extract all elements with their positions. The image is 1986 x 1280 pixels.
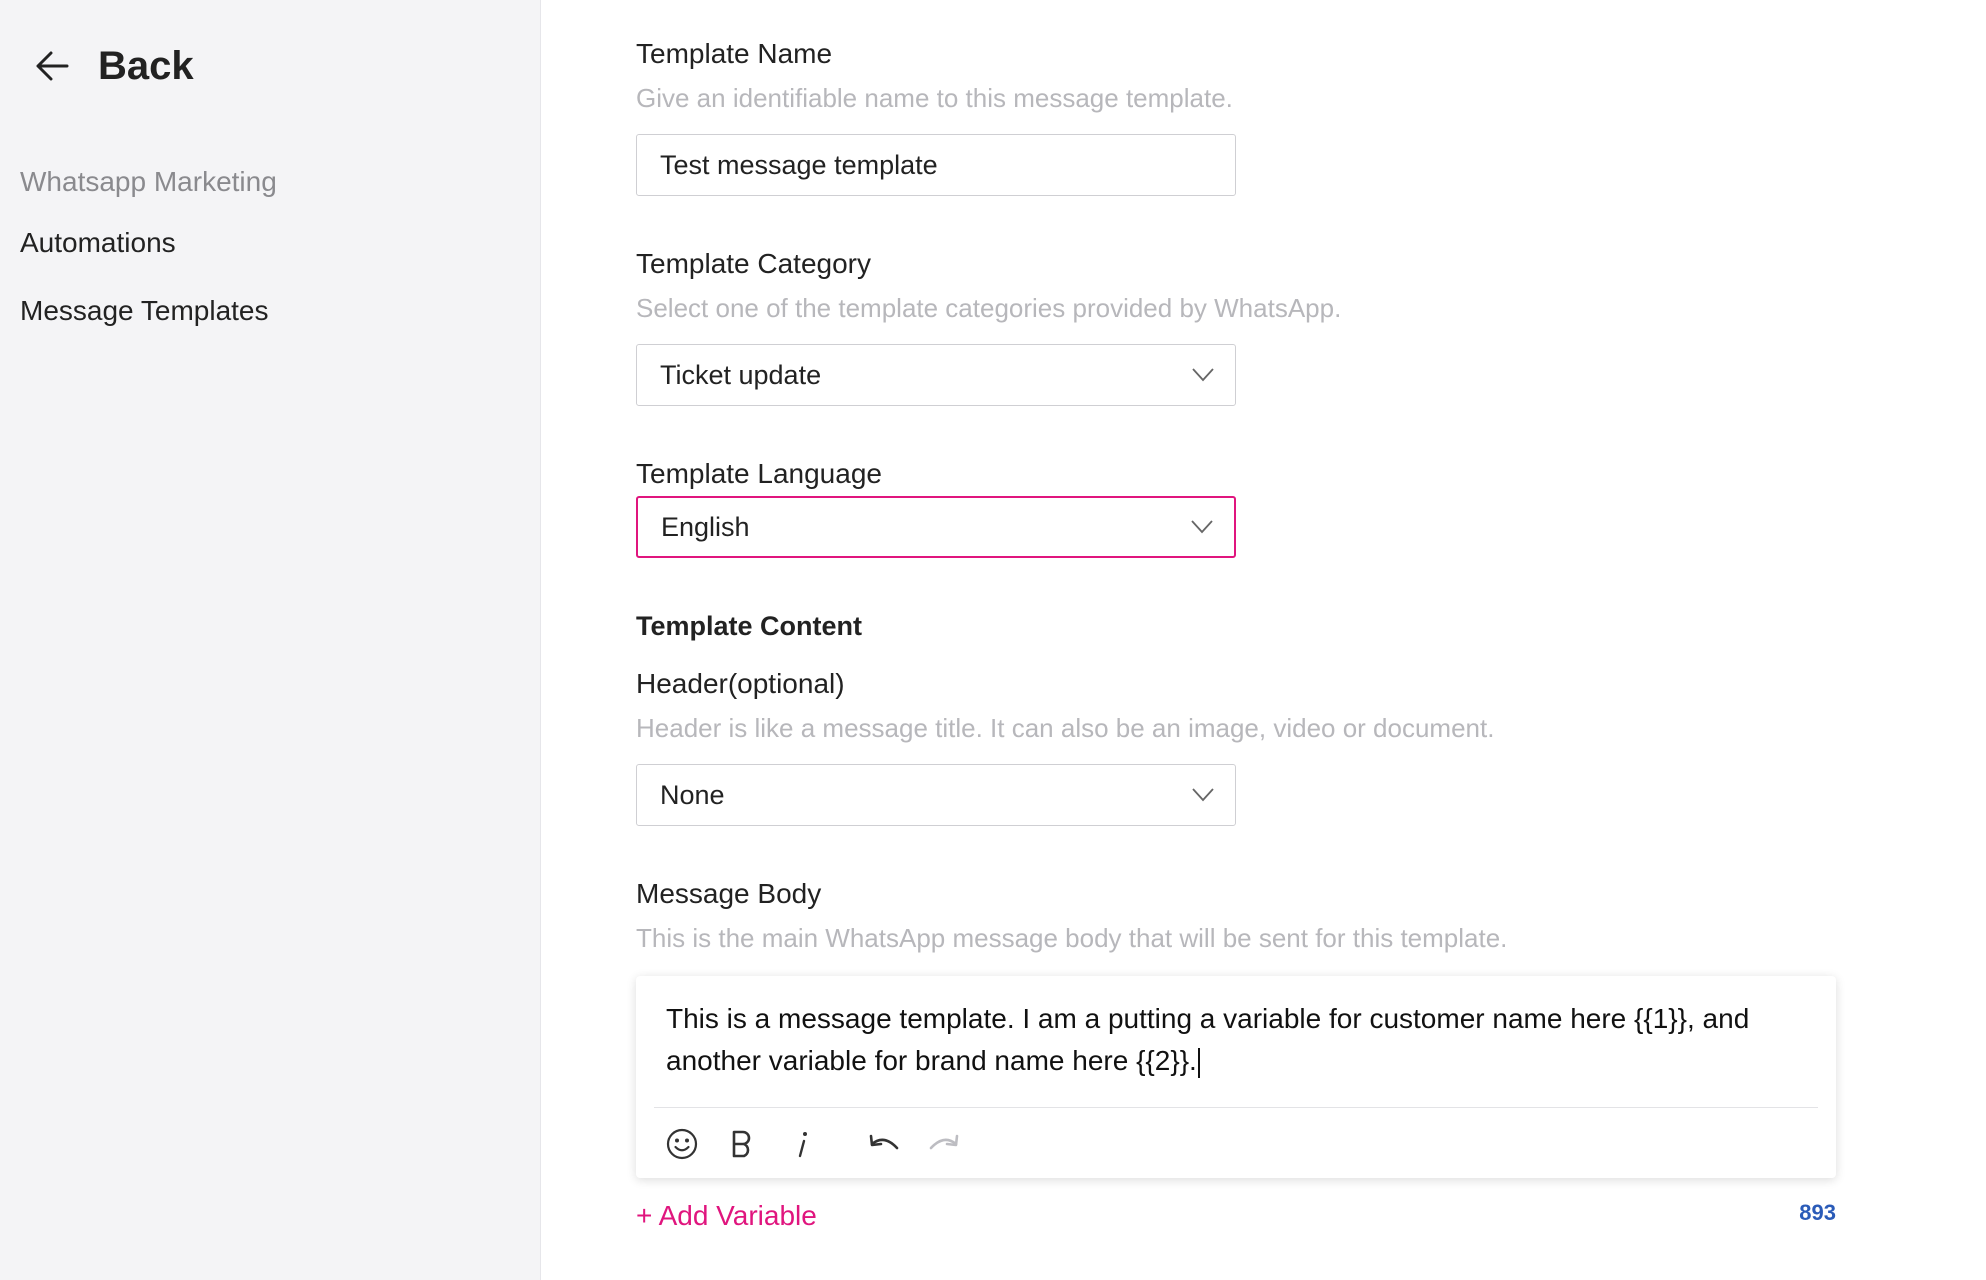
- sidebar: Back Whatsapp Marketing Automations Mess…: [0, 0, 541, 1280]
- template-language-label: Template Language: [636, 458, 882, 489]
- editor-toolbar: [662, 1122, 964, 1166]
- main-content: Template Name Give an identifiable name …: [541, 0, 1986, 1280]
- back-label: Back: [98, 43, 194, 88]
- sidebar-item-message-templates[interactable]: Message Templates: [20, 295, 269, 327]
- bold-icon[interactable]: [722, 1124, 762, 1164]
- template-name-label: Template Name: [636, 38, 833, 69]
- character-count: 893: [1799, 1200, 1836, 1225]
- arrow-left-icon: [30, 44, 74, 88]
- template-name-input[interactable]: Test message template: [636, 134, 1236, 196]
- template-content-title: Template Content: [636, 611, 863, 641]
- header-label: Header(optional): [636, 668, 845, 699]
- add-variable-button[interactable]: + Add Variable: [636, 1200, 817, 1232]
- italic-icon[interactable]: [782, 1124, 822, 1164]
- back-button[interactable]: Back: [30, 34, 194, 98]
- message-body-text: This is a message template. I am a putti…: [666, 1003, 1750, 1076]
- editor-divider: [654, 1107, 1818, 1108]
- redo-icon[interactable]: [924, 1124, 964, 1164]
- smiley-icon[interactable]: [662, 1124, 702, 1164]
- template-category-select[interactable]: Ticket update: [636, 344, 1236, 406]
- template-category-help: Select one of the template categories pr…: [636, 293, 1342, 323]
- sidebar-item-automations[interactable]: Automations: [20, 227, 176, 259]
- template-category-label: Template Category: [636, 248, 872, 279]
- header-select[interactable]: None: [636, 764, 1236, 826]
- template-language-value: English: [661, 511, 750, 542]
- header-value: None: [660, 779, 725, 810]
- undo-icon[interactable]: [864, 1124, 904, 1164]
- header-help: Header is like a message title. It can a…: [636, 713, 1495, 743]
- message-body-label: Message Body: [636, 878, 822, 909]
- template-name-value: Test message template: [660, 149, 938, 180]
- message-body-text-area[interactable]: This is a message template. I am a putti…: [666, 998, 1806, 1082]
- nav-section-title: Whatsapp Marketing: [20, 166, 277, 197]
- template-category-value: Ticket update: [660, 359, 822, 390]
- chevron-down-icon: [1190, 515, 1214, 539]
- message-body-editor[interactable]: This is a message template. I am a putti…: [636, 976, 1836, 1178]
- chevron-down-icon: [1191, 363, 1215, 387]
- message-body-help: This is the main WhatsApp message body t…: [636, 923, 1508, 953]
- chevron-down-icon: [1191, 783, 1215, 807]
- text-caret: [1197, 1047, 1200, 1078]
- template-language-select[interactable]: English: [636, 496, 1236, 558]
- template-name-help: Give an identifiable name to this messag…: [636, 83, 1233, 113]
